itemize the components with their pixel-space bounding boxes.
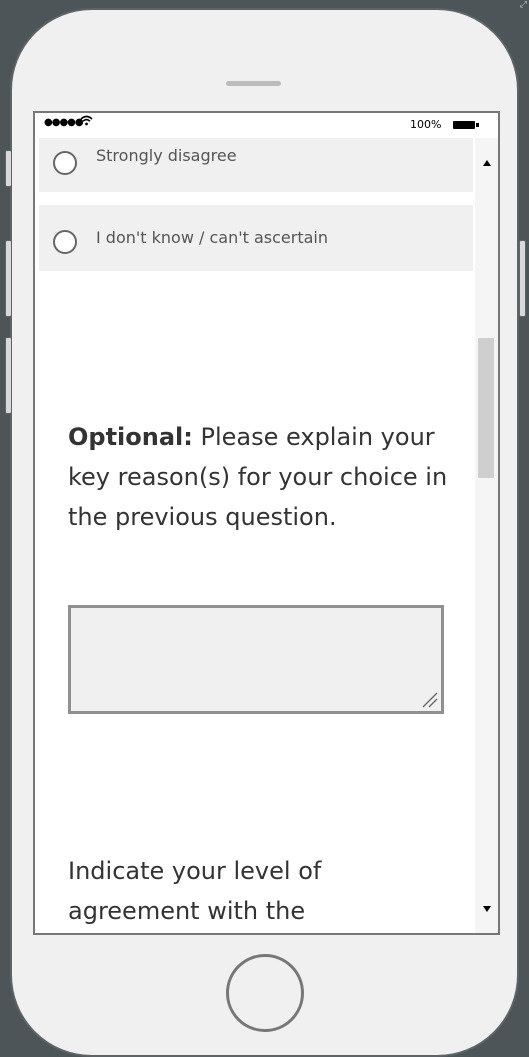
battery-icon [453, 121, 479, 129]
scroll-down-arrow-icon[interactable] [483, 906, 491, 912]
speaker-grille [226, 81, 281, 86]
status-bar: ●●●●● 100% [35, 113, 498, 138]
option-label: I don't know / can't ascertain [96, 228, 329, 247]
signal-icon: ●●●●● [44, 117, 84, 128]
volume-down-button [5, 337, 12, 414]
question-agreement-level: Indicate your level of agreement with th… [68, 857, 322, 925]
scroll-up-arrow-icon[interactable] [483, 160, 491, 166]
option-strongly-disagree[interactable]: Strongly disagree [39, 138, 473, 192]
mute-switch [5, 150, 12, 187]
resize-corner-icon: ⤢ [519, 0, 527, 10]
home-button[interactable] [226, 954, 304, 1032]
vertical-scrollbar[interactable] [475, 138, 498, 933]
radio-button[interactable] [53, 230, 77, 254]
question-optional-explanation: Optional: Please explain your key reason… [68, 417, 458, 537]
canvas: ⤢ ●●●●● 100% Strongly disagree I don't k… [0, 0, 529, 1057]
volume-up-button [5, 240, 12, 317]
survey-content: Strongly disagree I don't know / can't a… [35, 138, 475, 933]
option-dont-know[interactable]: I don't know / can't ascertain [39, 205, 473, 271]
scroll-thumb[interactable] [478, 338, 494, 478]
battery-percentage: 100% [410, 118, 442, 131]
explanation-textarea[interactable] [68, 605, 444, 714]
optional-label: Optional: [68, 423, 193, 451]
phone-screen: ●●●●● 100% Strongly disagree I don't kno… [33, 111, 500, 935]
radio-button[interactable] [53, 151, 77, 175]
wifi-icon [80, 115, 93, 129]
resize-handle-icon[interactable] [420, 690, 438, 708]
power-button [519, 240, 526, 317]
option-label: Strongly disagree [96, 146, 237, 165]
